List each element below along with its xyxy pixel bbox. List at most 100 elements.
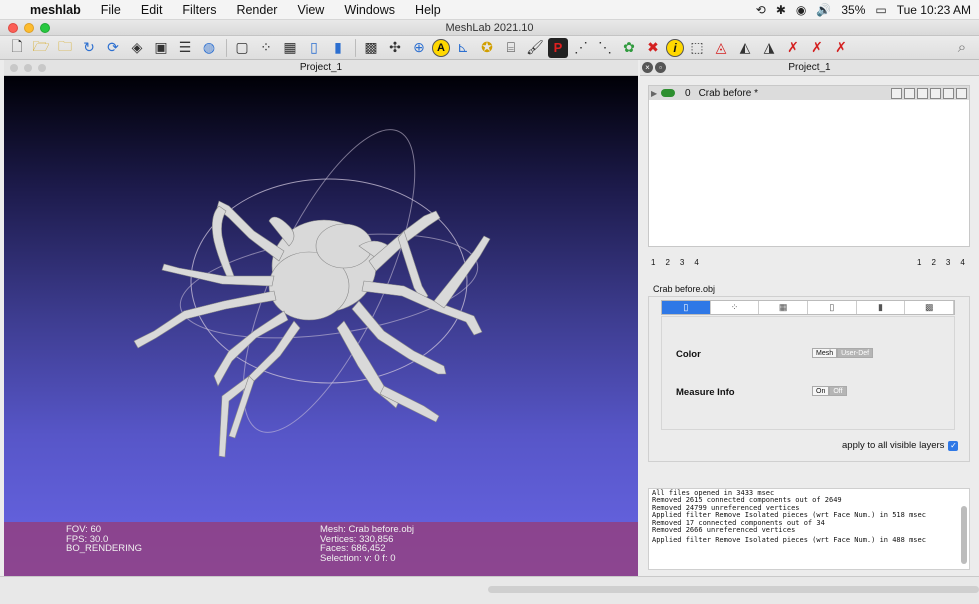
layer-row[interactable]: ▶ 0 Crab before * [649,86,969,100]
snapshot-icon[interactable]: ▣ [150,38,172,58]
texture-icon[interactable]: ▩ [360,38,382,58]
decorator-tabs: ▯ ⁘ ▦ ▯ ▮ ▩ [661,300,955,315]
measure-option-off[interactable]: Off [829,386,847,396]
minimize-window-button[interactable] [24,23,34,33]
layer-dialog-controls: × ▫ [642,62,666,73]
menu-filters[interactable]: Filters [172,3,226,17]
georef-icon[interactable]: ✖ [642,38,664,58]
layer-list: ▶ 0 Crab before * [648,85,970,247]
label-icon[interactable]: A [432,38,450,57]
page-3[interactable]: 3 [946,258,950,267]
smooth-shading-icon[interactable]: ▮ [327,38,349,58]
search-icon[interactable]: ⌕ [951,38,973,58]
viewport-window-controls [10,64,46,72]
menu-file[interactable]: File [91,3,131,17]
menu-app-meshlab[interactable]: meshlab [20,3,91,17]
tab-flat-icon[interactable]: ▯ [808,301,857,314]
export-mesh-icon[interactable]: ◈ [126,38,148,58]
color-option-mesh[interactable]: Mesh [812,348,838,358]
select-region-icon[interactable]: ⬚ [686,38,708,58]
open-project-icon[interactable]: 🗁 [30,38,52,58]
pick-points-icon[interactable]: P [548,37,568,58]
reload-icon[interactable]: ↻ [78,38,100,58]
viewport-min-dot[interactable] [24,64,32,72]
axes-icon[interactable]: ✣ [384,38,406,58]
page-3[interactable]: 3 [680,258,684,267]
paint-brush-icon[interactable]: 🖌 [524,38,546,58]
trackball-icon[interactable]: ⊕ [408,38,430,58]
viewport-max-dot[interactable] [38,64,46,72]
bbox-toggle-icon[interactable] [891,87,902,99]
layers-icon[interactable]: ☰ [174,38,196,58]
page-4[interactable]: 4 [960,258,964,267]
battery-icon[interactable]: ▭ [875,3,886,17]
tab-fill-icon[interactable]: ▯ [662,301,711,314]
float-icon[interactable]: ▫ [655,62,666,73]
delete-faces-icon[interactable]: ✗ [806,38,828,58]
time-machine-icon[interactable]: ⟲ [756,3,766,17]
info-icon[interactable]: i [666,38,684,57]
window-title: MeshLab 2021.10 [445,22,534,34]
wireframe-icon[interactable]: ▦ [279,38,301,58]
menu-render[interactable]: Render [226,3,287,17]
wire-toggle-icon[interactable] [917,87,928,99]
close-window-button[interactable] [8,23,18,33]
viewport-close-dot[interactable] [10,64,18,72]
clock[interactable]: Tue 10:23 AM [897,3,971,17]
toolbar-separator [355,38,356,57]
menu-edit[interactable]: Edit [131,3,173,17]
visibility-eye-icon[interactable] [661,89,675,97]
select-z-icon[interactable]: ◮ [758,38,780,58]
select-faces-connected-icon[interactable]: ⋱ [594,38,616,58]
color-toggle-icon[interactable] [943,87,954,99]
log-scrollbar[interactable] [961,506,967,564]
color-toggle: Mesh User-Def [812,348,874,358]
color-option-userdef[interactable]: User-Def [837,348,874,358]
measure-axes-icon[interactable]: ⊾ [452,38,474,58]
globe-icon[interactable]: ◍ [198,38,220,58]
select-faces-icon[interactable]: ◬ [710,38,732,58]
wifi-icon[interactable]: ◉ [796,3,806,17]
main-toolbar: 🗋 🗁 🗀 ↻ ⟳ ◈ ▣ ☰ ◍ ▢ ⁘ ▦ ▯ ▮ ▩ ✣ ⊕ A ⊾ ✪ … [0,36,979,60]
new-project-icon[interactable]: 🗋 [6,38,28,58]
import-mesh-icon[interactable]: 🗀 [54,38,76,58]
layer-render-toggles [891,87,969,99]
points-icon[interactable]: ⁘ [255,38,277,58]
reload-all-icon[interactable]: ⟳ [102,38,124,58]
tab-color-icon[interactable]: ▮ [857,301,906,314]
menu-view[interactable]: View [287,3,334,17]
delete-vertices-icon[interactable]: ✗ [782,38,804,58]
select-connected-icon[interactable]: ◭ [734,38,756,58]
camera-align-icon[interactable]: ⌸ [500,38,522,58]
bbox-icon[interactable]: ▢ [231,38,253,58]
fill-toggle-icon[interactable] [930,87,941,99]
flat-shading-icon[interactable]: ▯ [303,38,325,58]
points-toggle-icon[interactable] [904,87,915,99]
measure-info-toggle: On Off [812,386,847,396]
delete-all-icon[interactable]: ✗ [830,38,852,58]
volume-icon[interactable]: 🔊 [816,3,831,17]
close-icon[interactable]: × [642,62,653,73]
menu-windows[interactable]: Windows [334,3,405,17]
measure-option-on[interactable]: On [812,386,830,396]
light-icon[interactable]: ✪ [476,38,498,58]
menu-help[interactable]: Help [405,3,451,17]
page-1[interactable]: 1 [917,258,921,267]
horizontal-scrollbar[interactable] [488,586,979,593]
zoom-window-button[interactable] [40,23,50,33]
expand-arrow-icon[interactable]: ▶ [651,89,661,98]
quality-mapper-icon[interactable]: ✿ [618,38,640,58]
tab-points-icon[interactable]: ⁘ [711,301,760,314]
log-window[interactable]: All files opened in 3433 msec Removed 26… [648,488,970,570]
page-2[interactable]: 2 [931,258,935,267]
page-4[interactable]: 4 [694,258,698,267]
apply-all-checkbox[interactable]: ✓ [948,440,959,451]
bluetooth-icon[interactable]: ✱ [776,3,786,17]
page-2[interactable]: 2 [665,258,669,267]
3d-viewport[interactable]: FOV: 60 FPS: 30.0 BO_RENDERING Mesh: Cra… [4,76,638,576]
tab-wire-icon[interactable]: ▦ [759,301,809,314]
page-1[interactable]: 1 [651,258,655,267]
select-vertices-icon[interactable]: ⋰ [570,38,592,58]
texture-toggle-icon[interactable] [956,87,967,99]
tab-texture-icon[interactable]: ▩ [905,301,955,314]
